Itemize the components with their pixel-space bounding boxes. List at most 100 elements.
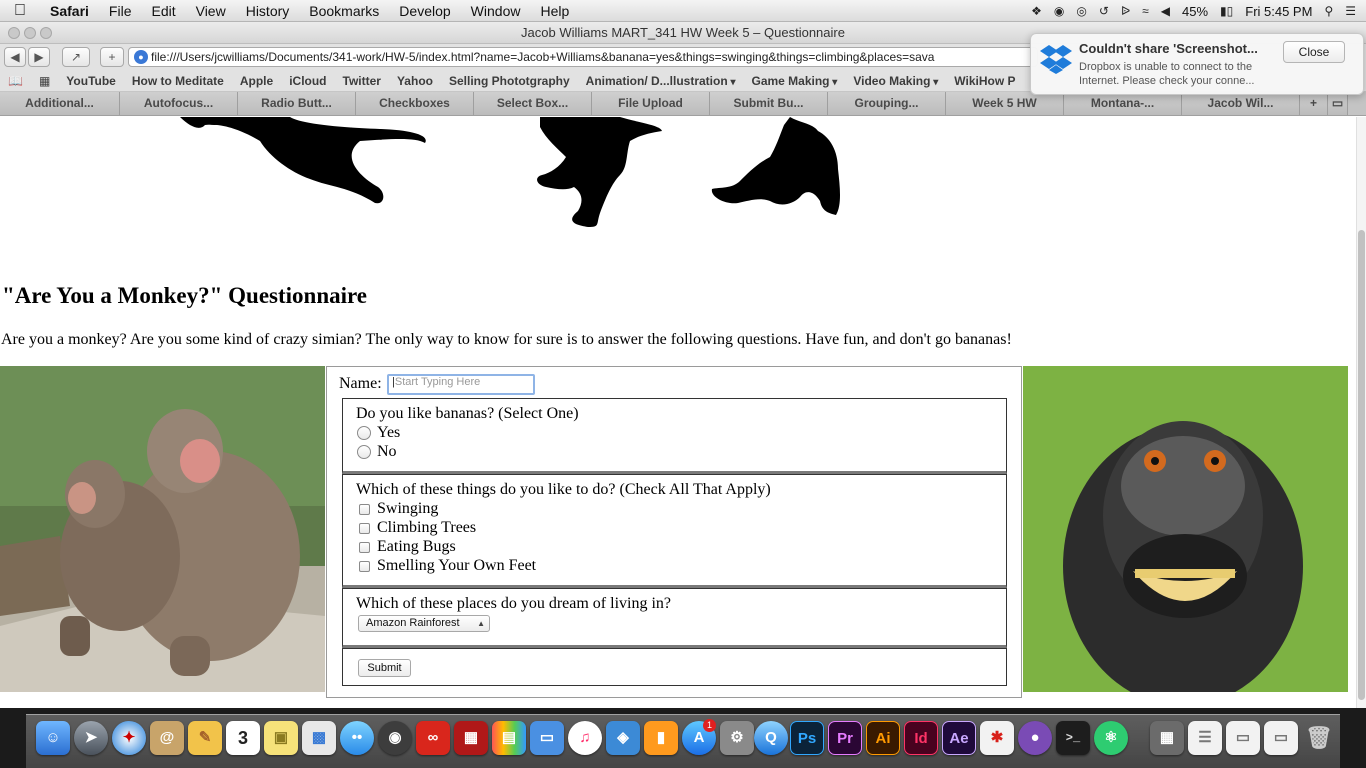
terminal-icon[interactable]: >_ (1056, 721, 1090, 755)
tab-submit-button[interactable]: Submit Bu... (710, 92, 828, 115)
tab-autofocus[interactable]: Autofocus... (120, 92, 238, 115)
textedit-icon[interactable]: ✎ (188, 721, 222, 755)
tab-additional[interactable]: Additional... (0, 92, 120, 115)
bookmark-folder-game-making[interactable]: Game Making (743, 74, 845, 88)
checkbox[interactable] (359, 503, 370, 515)
trash-icon[interactable]: 🗑 (1302, 721, 1336, 755)
submit-button[interactable]: Submit (358, 659, 411, 677)
keynote-icon[interactable]: ▭ (530, 721, 564, 755)
tab-overview-button[interactable]: ▭ (1328, 92, 1348, 115)
menu-view[interactable]: View (186, 3, 236, 19)
checkbox[interactable] (359, 541, 370, 553)
forward-button[interactable]: ▶ (28, 47, 50, 67)
address-bar[interactable]: ● file:///Users/jcwilliams/Documents/341… (128, 47, 1038, 67)
menu-file[interactable]: File (99, 3, 142, 19)
name-input[interactable]: |Start Typing Here (387, 374, 535, 395)
calendar-icon[interactable]: 3 (226, 721, 260, 755)
tab-checkboxes[interactable]: Checkboxes (356, 92, 474, 115)
finder-icon[interactable]: ☺ (36, 721, 70, 755)
battery-percent[interactable]: 45% (1182, 4, 1208, 19)
top-sites-grid-icon[interactable]: ▦ (31, 74, 58, 88)
document-stack-icon[interactable]: ☰ (1188, 721, 1222, 755)
checkbox[interactable] (359, 560, 370, 572)
photoshop-icon[interactable]: Ps (790, 721, 824, 755)
notification-center-icon[interactable]: ☰ (1345, 4, 1356, 18)
menu-bookmarks[interactable]: Bookmarks (299, 3, 389, 19)
contacts-icon[interactable]: @ (150, 721, 184, 755)
bookmark-youtube[interactable]: YouTube (58, 74, 124, 88)
tab-file-upload[interactable]: File Upload (592, 92, 710, 115)
menu-develop[interactable]: Develop (389, 3, 460, 19)
zoom-window-button[interactable] (40, 27, 52, 39)
creative-cloud-icon[interactable]: ◉ (1054, 4, 1064, 18)
creative-cloud-icon[interactable]: ∞ (416, 721, 450, 755)
messages-icon[interactable]: •• (340, 721, 374, 755)
bookmark-wikihow[interactable]: WikiHow P (946, 74, 1023, 88)
preview-icon[interactable]: ▩ (302, 721, 336, 755)
tab-montana[interactable]: Montana-... (1064, 92, 1182, 115)
bluetooth-icon[interactable]: ᐉ (1121, 4, 1130, 18)
scrollbar-thumb[interactable] (1358, 230, 1365, 700)
things-option-climbing-trees[interactable]: Climbing Trees (357, 519, 476, 537)
ibooks-icon[interactable]: ▮ (644, 721, 678, 755)
photo-booth-icon[interactable]: ▦ (454, 721, 488, 755)
sync-icon[interactable]: ◎ (1076, 4, 1086, 18)
system-preferences-icon[interactable]: ⚙ (720, 721, 754, 755)
add-tab-button[interactable]: + (1300, 92, 1328, 115)
screenshot-stack-icon[interactable]: ▭ (1226, 721, 1260, 755)
bookmark-twitter[interactable]: Twitter (335, 74, 389, 88)
stickies-icon[interactable]: ▣ (264, 721, 298, 755)
bookmark-how-to-meditate[interactable]: How to Meditate (124, 74, 232, 88)
illustrator-icon[interactable]: Ai (866, 721, 900, 755)
tab-week-5-hw[interactable]: Week 5 HW (946, 92, 1064, 115)
window-thumbnail-icon[interactable]: ▭ (1264, 721, 1298, 755)
bookmark-icloud[interactable]: iCloud (281, 74, 334, 88)
tab-radio-buttons[interactable]: Radio Butt... (238, 92, 356, 115)
tab-grouping[interactable]: Grouping... (828, 92, 946, 115)
menu-app-name[interactable]: Safari (40, 3, 99, 19)
quicktime-icon[interactable]: Q (754, 721, 788, 755)
iphoto-icon[interactable]: ◈ (606, 721, 640, 755)
dropbox-status-icon[interactable]: ❖ (1031, 4, 1042, 18)
clock[interactable]: Fri 5:45 PM (1245, 4, 1312, 19)
itunes-icon[interactable]: ♫ (568, 721, 602, 755)
ibooks-author-icon[interactable]: ▤ (492, 721, 526, 755)
safari-icon[interactable]: ✦ (112, 721, 146, 755)
menu-help[interactable]: Help (530, 3, 579, 19)
banana-option-yes[interactable]: Yes (357, 424, 400, 442)
premiere-icon[interactable]: Pr (828, 721, 862, 755)
menu-edit[interactable]: Edit (141, 3, 185, 19)
github-icon[interactable]: ● (1018, 721, 1052, 755)
radio-button[interactable] (357, 426, 371, 440)
places-select[interactable]: Amazon Rainforest ▲ (358, 615, 490, 632)
facetime-icon[interactable]: ◉ (378, 721, 412, 755)
share-button[interactable]: ↗ (62, 47, 90, 67)
bookmark-folder-animation[interactable]: Animation/ D...llustration (578, 74, 744, 88)
atom-icon[interactable]: ⚛ (1094, 721, 1128, 755)
minimize-window-button[interactable] (24, 27, 36, 39)
checkbox[interactable] (359, 522, 370, 534)
bookmark-folder-video-making[interactable]: Video Making (845, 74, 946, 88)
acrobat-icon[interactable]: ✱ (980, 721, 1014, 755)
tab-jacob-williams[interactable]: Jacob Wil... (1182, 92, 1300, 115)
wifi-icon[interactable]: ≈ (1142, 4, 1149, 18)
launchpad-icon[interactable]: ➤ (74, 721, 108, 755)
notification-close-button[interactable]: Close (1283, 41, 1345, 63)
tab-select-box[interactable]: Select Box... (474, 92, 592, 115)
menu-window[interactable]: Window (461, 3, 531, 19)
reading-list-icon[interactable]: 📖 (0, 74, 31, 88)
after-effects-icon[interactable]: Ae (942, 721, 976, 755)
close-window-button[interactable] (8, 27, 20, 39)
menu-history[interactable]: History (236, 3, 300, 19)
volume-icon[interactable]: ◀ (1161, 4, 1170, 18)
new-tab-button[interactable]: + (100, 47, 124, 67)
time-machine-icon[interactable]: ↺ (1099, 4, 1109, 18)
apple-menu-icon[interactable]:  (0, 2, 40, 20)
banana-option-no[interactable]: No (357, 443, 397, 461)
back-button[interactable]: ◀ (4, 47, 26, 67)
spotlight-search-icon[interactable]: ⚲ (1324, 4, 1333, 18)
radio-button[interactable] (357, 445, 371, 459)
bookmark-yahoo[interactable]: Yahoo (389, 74, 441, 88)
things-option-eating-bugs[interactable]: Eating Bugs (357, 538, 456, 556)
things-option-swinging[interactable]: Swinging (357, 500, 438, 518)
